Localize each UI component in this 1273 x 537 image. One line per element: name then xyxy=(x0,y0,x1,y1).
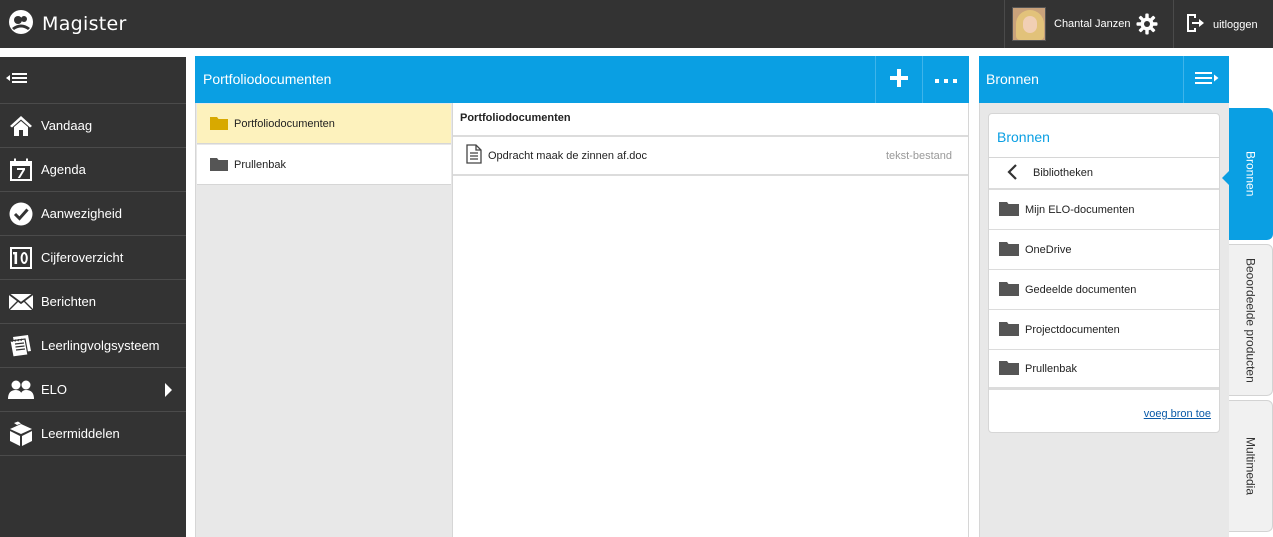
document-icon xyxy=(466,144,482,167)
sidebar-item-leerlingvolgsysteem[interactable]: Leerlingvolgsysteem xyxy=(0,324,186,368)
plus-icon xyxy=(889,68,909,91)
bronnen-card-title: Bronnen xyxy=(989,114,1219,158)
file-name: Opdracht maak de zinnen af.doc xyxy=(488,149,647,162)
avatar xyxy=(1012,7,1046,41)
folder-icon xyxy=(210,156,228,174)
user-name: Chantal Janzen xyxy=(1054,18,1131,30)
source-item-onedrive[interactable]: OneDrive xyxy=(989,230,1219,270)
tab-label: Bronnen xyxy=(1243,151,1258,197)
source-item-projectdocumenten[interactable]: Projectdocumenten xyxy=(989,310,1219,350)
books-icon xyxy=(8,421,34,446)
sidebar-item-agenda[interactable]: Agenda xyxy=(0,148,186,192)
chevron-left-icon xyxy=(1007,163,1017,183)
people-icon xyxy=(8,378,34,402)
top-bar: Magister Chantal Janzen uitloggen xyxy=(0,0,1273,48)
brand[interactable]: Magister xyxy=(8,9,127,38)
tab-bronnen[interactable]: Bronnen xyxy=(1229,108,1273,240)
page-title: Portfoliodocumenten xyxy=(203,71,332,87)
source-item-mijn-elo-documenten[interactable]: Mijn ELO-documenten xyxy=(989,190,1219,230)
source-label: OneDrive xyxy=(1025,243,1072,256)
folder-label: Prullenbak xyxy=(234,158,286,171)
main-panel-header: Portfoliodocumenten xyxy=(195,56,969,103)
bronnen-panel-header: Bronnen xyxy=(979,56,1229,103)
house-icon xyxy=(8,114,34,138)
sidebar-item-label: Leerlingvolgsysteem xyxy=(41,338,160,353)
folder-icon xyxy=(210,115,228,133)
folder-item-portfoliodocumenten[interactable]: Portfoliodocumenten xyxy=(197,104,451,144)
source-label: Projectdocumenten xyxy=(1025,323,1120,336)
sidebar-item-elo[interactable]: ELO xyxy=(0,368,186,412)
envelope-icon xyxy=(8,290,34,314)
add-source-link[interactable]: voeg bron toe xyxy=(1144,408,1211,420)
calendar-icon xyxy=(8,158,34,182)
source-label: Mijn ELO-documenten xyxy=(1025,203,1135,216)
bronnen-card: Bronnen Bibliotheken Mijn ELO-documenten… xyxy=(988,113,1220,433)
source-label: Prullenbak xyxy=(1025,362,1077,375)
ellipsis-icon xyxy=(935,73,957,87)
sidebar-item-cijferoverzicht[interactable]: Cijferoverzicht xyxy=(0,236,186,280)
tab-label: Beoordeelde producten xyxy=(1243,257,1258,383)
collapse-panel-button[interactable] xyxy=(1184,56,1230,103)
sidebar-item-berichten[interactable]: Berichten xyxy=(0,280,186,324)
checkmark-icon xyxy=(8,202,34,226)
sidebar-item-label: ELO xyxy=(41,382,68,397)
folder-icon xyxy=(999,200,1019,219)
sidebar-item-leermiddelen[interactable]: Leermiddelen xyxy=(0,412,186,456)
folder-icon xyxy=(999,320,1019,339)
source-label: Gedeelde documenten xyxy=(1025,283,1137,296)
sidebar-toggle[interactable] xyxy=(0,57,186,104)
file-type: tekst-bestand xyxy=(885,149,952,162)
logout-button[interactable]: uitloggen xyxy=(1185,12,1258,37)
back-to-bibliotheken[interactable]: Bibliotheken xyxy=(989,158,1219,190)
add-button[interactable] xyxy=(876,56,922,103)
user-profile[interactable]: Chantal Janzen xyxy=(1012,7,1130,41)
expand-arrow-icon xyxy=(165,383,172,397)
sidebar-item-aanwezigheid[interactable]: Aanwezigheid xyxy=(0,192,186,236)
collapse-panel-icon xyxy=(1195,71,1219,88)
sidebar-item-label: Leermiddelen xyxy=(41,426,120,441)
collapse-menu-icon xyxy=(6,73,28,90)
folder-label: Portfoliodocumenten xyxy=(234,117,335,130)
sidebar-item-label: Agenda xyxy=(41,162,86,177)
more-options-button[interactable] xyxy=(923,56,969,103)
folder-icon xyxy=(999,240,1019,259)
divider xyxy=(1173,0,1174,48)
back-label: Bibliotheken xyxy=(1033,167,1093,179)
sidebar: Vandaag Agenda Aanwezigheid Cijferoverzi… xyxy=(0,57,186,537)
gear-icon[interactable] xyxy=(1135,12,1159,39)
folder-icon xyxy=(999,280,1019,299)
bronnen-panel: Bronnen Bibliotheken Mijn ELO-documenten… xyxy=(979,103,1229,537)
sidebar-item-label: Cijferoverzicht xyxy=(41,250,124,265)
sidebar-item-label: Aanwezigheid xyxy=(41,206,122,221)
file-item[interactable]: Opdracht maak de zinnen af.doc tekst-bes… xyxy=(453,137,968,176)
folder-item-prullenbak[interactable]: Prullenbak xyxy=(197,145,451,185)
notebook-icon xyxy=(8,334,34,358)
sidebar-item-vandaag[interactable]: Vandaag xyxy=(0,104,186,148)
folder-list: Portfoliodocumenten Prullenbak xyxy=(195,103,453,537)
app-title: Magister xyxy=(42,12,127,35)
file-list: Portfoliodocumenten Opdracht maak de zin… xyxy=(453,103,969,537)
sidebar-item-label: Berichten xyxy=(41,294,96,309)
tab-multimedia[interactable]: Multimedia xyxy=(1229,400,1273,532)
grade-10-icon xyxy=(8,246,34,270)
folder-icon xyxy=(999,359,1019,378)
sidebar-item-label: Vandaag xyxy=(41,118,93,133)
file-list-header: Portfoliodocumenten xyxy=(453,103,968,137)
tab-beoordeelde-producten[interactable]: Beoordeelde producten xyxy=(1229,244,1273,396)
source-item-prullenbak[interactable]: Prullenbak xyxy=(989,350,1219,390)
source-item-gedeelde-documenten[interactable]: Gedeelde documenten xyxy=(989,270,1219,310)
tab-label: Multimedia xyxy=(1243,436,1258,496)
magister-logo-icon xyxy=(8,9,34,38)
logout-label: uitloggen xyxy=(1213,18,1258,31)
bronnen-header-title: Bronnen xyxy=(986,71,1039,87)
divider xyxy=(1004,0,1005,48)
logout-icon xyxy=(1185,12,1205,37)
